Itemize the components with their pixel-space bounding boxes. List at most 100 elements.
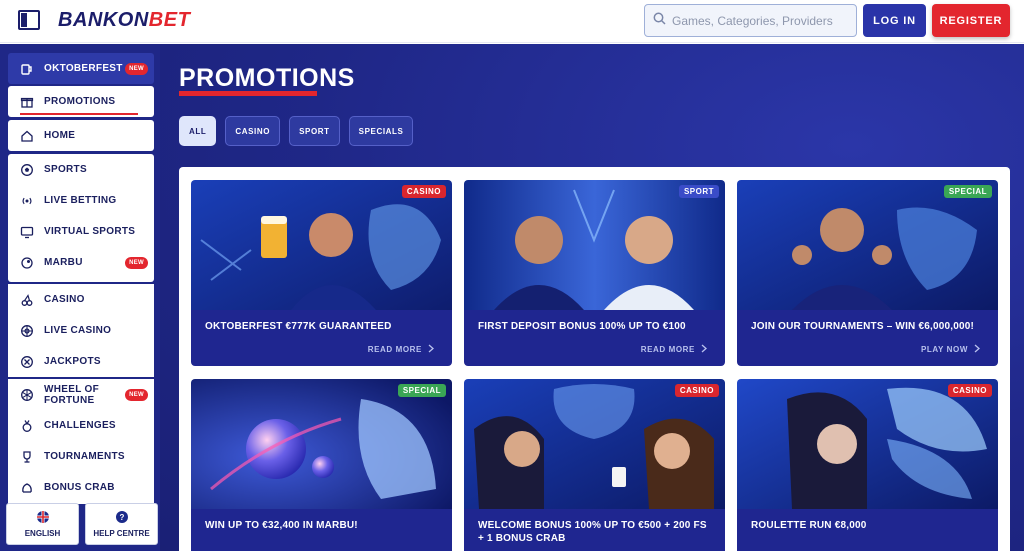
- category-badge: SPORT: [678, 185, 719, 198]
- read-more-link[interactable]: READ MORE: [641, 344, 707, 355]
- top-header: BANKONBET LOG IN REGISTER: [0, 0, 1024, 43]
- crab-claw-icon: [20, 481, 34, 495]
- category-badge: SPECIAL: [943, 185, 992, 198]
- sidebar-item-challenges[interactable]: CHALLENGES: [8, 410, 154, 441]
- sidebar-item-sports[interactable]: SPORTS: [8, 154, 154, 185]
- sidebar-item-label: CHALLENGES: [44, 420, 116, 431]
- sidebar-toggle-icon[interactable]: [18, 10, 40, 30]
- cta-label: READ MORE: [367, 345, 422, 354]
- promo-card-title: JOIN OUR TOURNAMENTS – WIN €6,000,000!: [751, 321, 975, 332]
- play-now-link[interactable]: PLAY NOW: [921, 344, 980, 355]
- marbu-icon: [20, 256, 34, 270]
- read-more-link[interactable]: READ MORE: [368, 344, 434, 355]
- promo-card-title: FIRST DEPOSIT BONUS 100% UP TO €100: [478, 321, 686, 332]
- sidebar-item-marbu[interactable]: MARBU NEW: [8, 247, 154, 278]
- new-badge: NEW: [125, 388, 148, 401]
- promo-card-title: OKTOBERFEST €777K GUARANTEED: [205, 321, 392, 332]
- filter-casino[interactable]: CASINO: [225, 116, 281, 146]
- help-centre-button[interactable]: ? HELP CENTRE: [85, 503, 158, 545]
- sidebar-item-bonus-crab[interactable]: BONUS CRAB: [8, 472, 154, 503]
- category-badge: SPECIAL: [397, 384, 446, 397]
- sidebar-item-live-betting[interactable]: LIVE BETTING: [8, 185, 154, 216]
- roulette-icon: [20, 324, 34, 338]
- sidebar-item-label: PROMOTIONS: [44, 96, 116, 107]
- gift-icon: [20, 95, 34, 109]
- chevron-right-icon: [701, 344, 707, 355]
- filter-specials[interactable]: SPECIALS: [348, 116, 414, 146]
- sidebar-item-wheel-of-fortune[interactable]: WHEEL OF FORTUNE NEW: [8, 379, 154, 410]
- sidebar-item-label: BONUS CRAB: [44, 482, 115, 493]
- sidebar-item-label: CASINO: [44, 294, 85, 305]
- beer-mug-icon: [20, 62, 34, 76]
- new-badge: NEW: [125, 62, 148, 75]
- promo-card-title: ROULETTE RUN €8,000: [751, 520, 867, 531]
- cherries-icon: [20, 293, 34, 307]
- filter-tabs: ALL CASINO SPORT SPECIALS: [179, 116, 414, 146]
- logo-text-part2: BET: [148, 9, 191, 31]
- promo-card-footer: FIRST DEPOSIT BONUS 100% UP TO €100 READ…: [464, 310, 725, 366]
- promo-image-card-players: CASINO: [464, 379, 725, 509]
- search-input[interactable]: [672, 13, 852, 28]
- promo-image-butterfly-woman: CASINO: [737, 379, 998, 509]
- chevron-right-icon: [974, 344, 980, 355]
- sidebar-item-label: JACKPOTS: [44, 356, 101, 367]
- monitor-icon: [20, 225, 34, 239]
- sidebar-item-home[interactable]: HOME: [8, 120, 154, 151]
- promo-card-footer: WELCOME BONUS 100% UP TO €500 + 200 FS +…: [464, 509, 725, 551]
- promo-card-footer: WIN UP TO €32,400 IN MARBU!: [191, 509, 452, 551]
- filter-sport[interactable]: SPORT: [289, 116, 340, 146]
- language-selector[interactable]: ENGLISH: [6, 503, 79, 545]
- sidebar-item-promotions[interactable]: PROMOTIONS: [8, 86, 154, 117]
- promo-card-footer: ROULETTE RUN €8,000: [737, 509, 998, 551]
- category-badge: CASINO: [674, 384, 719, 397]
- sidebar-item-tournaments[interactable]: TOURNAMENTS: [8, 441, 154, 472]
- sidebar-item-casino[interactable]: CASINO: [8, 284, 154, 315]
- sidebar-group-extras: WHEEL OF FORTUNE NEW CHALLENGES TOURNAME…: [8, 379, 154, 504]
- promo-card-marbu[interactable]: SPECIAL WIN UP TO €32,400 IN MARBU!: [191, 379, 452, 551]
- sidebar-item-virtual-sports[interactable]: VIRTUAL SPORTS: [8, 216, 154, 247]
- filter-all[interactable]: ALL: [179, 116, 217, 146]
- search-box[interactable]: [644, 4, 857, 37]
- sidebar-item-jackpots[interactable]: JACKPOTS: [8, 346, 154, 377]
- promo-image-beer-bear: CASINO: [191, 180, 452, 310]
- promo-card-footer: OKTOBERFEST €777K GUARANTEED READ MORE: [191, 310, 452, 366]
- promo-card-oktoberfest[interactable]: CASINO OKTOBERFEST €777K GUARANTEED READ…: [191, 180, 452, 366]
- sidebar-group-sports: SPORTS LIVE BETTING VIRTUAL SPORTS MARBU…: [8, 154, 154, 282]
- new-badge: NEW: [125, 256, 148, 269]
- promo-card-tournaments[interactable]: SPECIAL JOIN OUR TOURNAMENTS – WIN €6,00…: [737, 180, 998, 366]
- main-content: PROMOTIONS ALL CASINO SPORT SPECIALS CAS…: [160, 44, 1024, 551]
- chevron-right-icon: [428, 344, 434, 355]
- promo-card-first-deposit[interactable]: SPORT FIRST DEPOSIT BONUS 100% UP TO €10…: [464, 180, 725, 366]
- register-button[interactable]: REGISTER: [932, 4, 1010, 37]
- trophy-icon: [20, 450, 34, 464]
- promo-image-orb-lion: SPECIAL: [191, 379, 452, 509]
- live-signal-icon: [20, 194, 34, 208]
- help-centre-label: HELP CENTRE: [93, 528, 150, 538]
- sidebar-item-label: HOME: [44, 130, 76, 141]
- sidebar-item-live-casino[interactable]: LIVE CASINO: [8, 315, 154, 346]
- promo-image-players-faceoff: SPORT: [464, 180, 725, 310]
- promo-card-title: WIN UP TO €32,400 IN MARBU!: [205, 520, 358, 531]
- promo-card-footer: JOIN OUR TOURNAMENTS – WIN €6,000,000! P…: [737, 310, 998, 366]
- brand-logo[interactable]: BANKONBET: [58, 9, 190, 32]
- sidebar-item-label: MARBU: [44, 257, 83, 268]
- promo-card-roulette-run[interactable]: CASINO ROULETTE RUN €8,000: [737, 379, 998, 551]
- sidebar-item-label: TOURNAMENTS: [44, 451, 125, 462]
- wheel-icon: [20, 388, 34, 402]
- soccer-ball-icon: [20, 163, 34, 177]
- jackpot-icon: [20, 355, 34, 369]
- sidebar-item-label: LIVE BETTING: [44, 195, 117, 206]
- cta-label: PLAY NOW: [920, 345, 968, 354]
- category-badge: CASINO: [947, 384, 992, 397]
- sidebar-item-oktoberfest[interactable]: OKTOBERFEST NEW: [8, 53, 154, 84]
- sidebar-item-label: LIVE CASINO: [44, 325, 112, 336]
- promo-image-player-bull: SPECIAL: [737, 180, 998, 310]
- question-mark-icon: ?: [115, 510, 128, 525]
- sidebar-item-label: OKTOBERFEST: [44, 63, 123, 74]
- svg-text:?: ?: [119, 513, 124, 522]
- uk-flag-icon: [36, 510, 49, 525]
- promotions-grid: CASINO OKTOBERFEST €777K GUARANTEED READ…: [179, 167, 1010, 551]
- sidebar-item-label: WHEEL OF FORTUNE: [44, 383, 99, 406]
- login-button[interactable]: LOG IN: [863, 4, 926, 37]
- promo-card-welcome-bonus[interactable]: CASINO WELCOME BONUS 100% UP TO €500 + 2…: [464, 379, 725, 551]
